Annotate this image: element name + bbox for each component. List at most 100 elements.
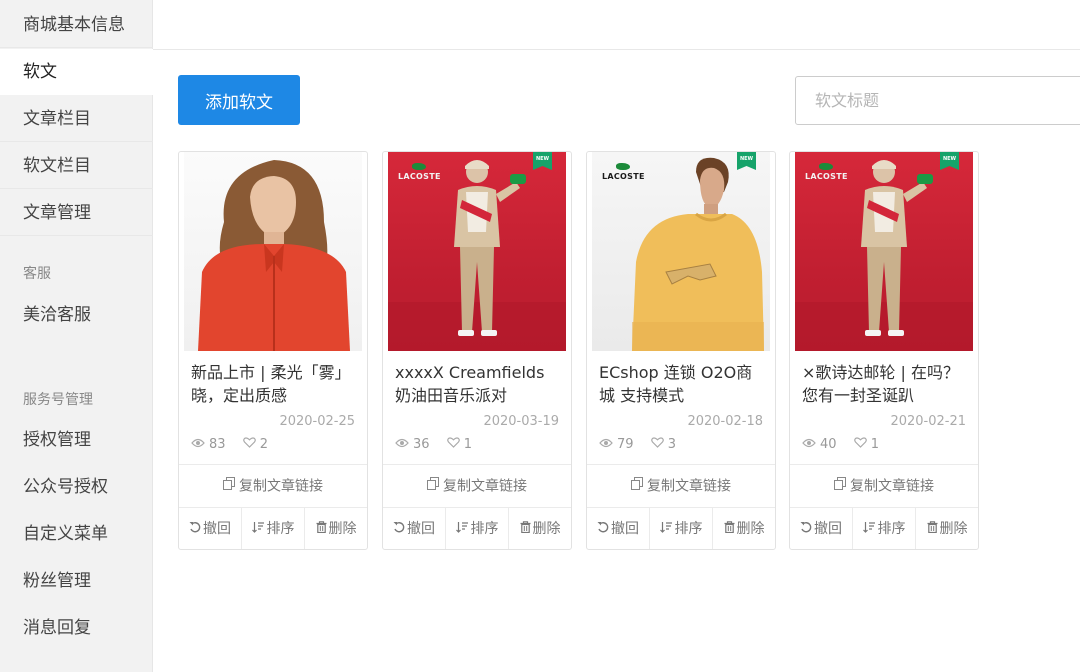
sidebar-item-fans[interactable]: 粉丝管理 — [0, 558, 153, 604]
croc-logo-icon — [616, 163, 630, 170]
revoke-label: 撤回 — [407, 521, 435, 537]
sidebar-item-label: 软文 — [23, 62, 57, 82]
revoke-label: 撤回 — [203, 521, 231, 537]
article-date: 2020-02-21 — [890, 414, 966, 429]
sidebar-item-label: 文章管理 — [23, 203, 91, 223]
copy-icon — [631, 465, 643, 508]
sidebar-item-auth[interactable]: 授权管理 — [0, 417, 153, 463]
copy-article-link-button[interactable]: 复制文章链接 — [383, 464, 571, 508]
eye-icon — [191, 436, 205, 454]
article-stats: 79 3 — [599, 436, 689, 454]
eye-icon — [802, 436, 816, 454]
croc-logo-icon — [819, 163, 833, 170]
sidebar-group-fuwuhao: 服务号管理 — [23, 392, 93, 408]
sort-button[interactable]: 排序 — [853, 508, 916, 549]
views-count: 36 — [413, 437, 430, 452]
copy-icon — [834, 465, 846, 508]
sort-label: 排序 — [674, 521, 703, 537]
sort-icon — [862, 508, 876, 549]
trash-icon — [724, 508, 735, 549]
revoke-button[interactable]: 撤回 — [790, 508, 853, 549]
trash-icon — [520, 508, 531, 549]
sidebar-item-reply[interactable]: 消息回复 — [0, 605, 153, 651]
sort-button[interactable]: 排序 — [242, 508, 305, 549]
sidebar-item-label: 软文栏目 — [23, 156, 91, 176]
sidebar-item-label: 粉丝管理 — [23, 571, 91, 591]
copy-link-label: 复制文章链接 — [850, 478, 934, 495]
sort-button[interactable]: 排序 — [650, 508, 713, 549]
top-bar — [153, 0, 1080, 50]
likes-count: 2 — [259, 437, 268, 452]
article-thumbnail[interactable]: LACOSTE NEW — [795, 152, 973, 351]
article-thumbnail[interactable]: LACOSTE NEW — [592, 152, 770, 351]
sidebar-item-label: 公众号授权 — [23, 477, 108, 497]
article-date: 2020-03-19 — [483, 414, 559, 429]
likes-count: 1 — [870, 437, 879, 452]
revoke-label: 撤回 — [814, 521, 842, 537]
sidebar-item-soft-article[interactable]: 软文 — [0, 49, 153, 95]
heart-icon — [446, 436, 460, 454]
article-stats: 36 1 — [395, 436, 485, 454]
article-actions: 撤回 排序 删除 — [383, 508, 571, 549]
copy-link-label: 复制文章链接 — [647, 478, 731, 495]
delete-button[interactable]: 删除 — [305, 508, 367, 549]
trash-icon — [316, 508, 327, 549]
sidebar-item-meiqia[interactable]: 美洽客服 — [0, 292, 153, 338]
sort-icon — [659, 508, 673, 549]
article-card: LACOSTE NEW xxxxX Creamfields 奶油田音乐派对 20… — [382, 151, 572, 550]
views-count: 40 — [820, 437, 837, 452]
heart-icon — [650, 436, 664, 454]
trash-icon — [927, 508, 938, 549]
brand-logo: LACOSTE — [805, 172, 848, 181]
sort-button[interactable]: 排序 — [446, 508, 509, 549]
revoke-button[interactable]: 撤回 — [179, 508, 242, 549]
views-count: 83 — [209, 437, 226, 452]
article-title: 新品上市 | 柔光「雾」晓，定出质感 — [191, 363, 351, 405]
copy-article-link-button[interactable]: 复制文章链接 — [587, 464, 775, 508]
sidebar-item-shop-info[interactable]: 商城基本信息 — [0, 2, 153, 48]
sidebar-item-soft-category[interactable]: 软文栏目 — [0, 143, 153, 189]
sidebar-item-mp-auth[interactable]: 公众号授权 — [0, 464, 153, 510]
sidebar-item-label: 自定义菜单 — [23, 524, 108, 544]
add-soft-article-button[interactable]: 添加软文 — [178, 75, 300, 125]
article-thumbnail[interactable]: LACOSTE NEW — [388, 152, 566, 351]
article-date: 2020-02-25 — [279, 414, 355, 429]
copy-link-label: 复制文章链接 — [239, 478, 323, 495]
sidebar-item-custom-menu[interactable]: 自定义菜单 — [0, 511, 153, 557]
croc-logo-icon — [412, 163, 426, 170]
revoke-label: 撤回 — [611, 521, 639, 537]
copy-icon — [223, 465, 235, 508]
article-card: LACOSTE NEW ×歌诗达邮轮 | 在吗？您有一封圣诞趴 2020-02-… — [789, 151, 979, 550]
delete-button[interactable]: 删除 — [509, 508, 571, 549]
delete-button[interactable]: 删除 — [713, 508, 775, 549]
article-title-search-input[interactable] — [795, 76, 1080, 125]
article-title: ×歌诗达邮轮 | 在吗？您有一封圣诞趴 — [802, 363, 959, 405]
undo-icon — [800, 508, 812, 549]
sort-label: 排序 — [470, 521, 499, 537]
heart-icon — [242, 436, 256, 454]
likes-count: 3 — [667, 437, 676, 452]
copy-article-link-button[interactable]: 复制文章链接 — [179, 464, 367, 508]
article-actions: 撤回 排序 删除 — [790, 508, 978, 549]
article-card: LACOSTE NEW ECshop 连锁 O2O商城 支持模式 2020-02… — [586, 151, 776, 550]
sidebar-item-article-manage[interactable]: 文章管理 — [0, 190, 153, 236]
sidebar-item-article-category[interactable]: 文章栏目 — [0, 96, 153, 142]
copy-article-link-button[interactable]: 复制文章链接 — [790, 464, 978, 508]
sidebar: 商城基本信息 软文 文章栏目 软文栏目 文章管理 客服 美洽客服 服务号管理 授… — [0, 0, 153, 672]
revoke-button[interactable]: 撤回 — [587, 508, 650, 549]
article-title: ECshop 连锁 O2O商城 支持模式 — [599, 363, 753, 405]
brand-logo: LACOSTE — [602, 172, 645, 181]
article-card: 新品上市 | 柔光「雾」晓，定出质感 2020-02-25 83 2 复制文章链… — [178, 151, 368, 550]
article-thumbnail[interactable] — [184, 152, 362, 351]
sidebar-item-label: 授权管理 — [23, 430, 91, 450]
copy-link-label: 复制文章链接 — [443, 478, 527, 495]
delete-label: 删除 — [532, 521, 561, 537]
revoke-button[interactable]: 撤回 — [383, 508, 446, 549]
sidebar-group-service: 客服 — [23, 266, 51, 282]
likes-count: 1 — [463, 437, 472, 452]
sidebar-item-label: 消息回复 — [23, 618, 91, 638]
heart-icon — [853, 436, 867, 454]
article-title: xxxxX Creamfields 奶油田音乐派对 — [395, 363, 545, 405]
delete-button[interactable]: 删除 — [916, 508, 978, 549]
undo-icon — [597, 508, 609, 549]
